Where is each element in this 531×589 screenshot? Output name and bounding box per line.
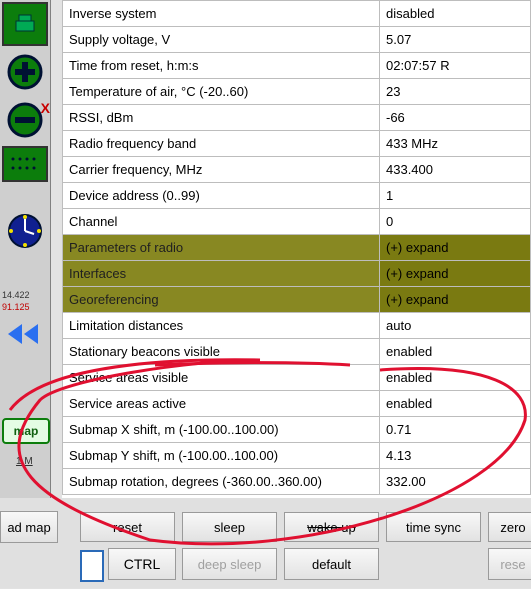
plus-icon <box>6 53 44 91</box>
property-label: Inverse system <box>63 1 380 27</box>
property-row[interactable]: Service areas visibleenabled <box>63 365 531 391</box>
property-row[interactable]: Supply voltage, V5.07 <box>63 27 531 53</box>
property-label: Parameters of radio <box>63 235 380 261</box>
deep-sleep-label: deep sleep <box>198 557 262 572</box>
property-label: Channel <box>63 209 380 235</box>
reset2-label: rese <box>500 557 525 572</box>
property-label: Limitation distances <box>63 313 380 339</box>
property-label: Stationary beacons visible <box>63 339 380 365</box>
property-value[interactable]: 433 MHz <box>380 131 531 157</box>
property-value[interactable]: -66 <box>380 105 531 131</box>
property-row[interactable]: Channel0 <box>63 209 531 235</box>
property-row[interactable]: Device address (0..99)1 <box>63 183 531 209</box>
property-value[interactable]: enabled <box>380 339 531 365</box>
property-row[interactable]: Stationary beacons visibleenabled <box>63 339 531 365</box>
property-row[interactable]: Temperature of air, °C (-20..60)23 <box>63 79 531 105</box>
default-label: default <box>312 557 351 572</box>
map-badge-label: map <box>14 424 39 438</box>
property-value[interactable]: (+) expand <box>380 235 531 261</box>
ctrl-button[interactable]: CTRL <box>108 548 176 580</box>
property-label: Submap rotation, degrees (-360.00..360.0… <box>63 469 380 495</box>
wake-up-button[interactable]: wake up <box>284 512 379 542</box>
property-label: Supply voltage, V <box>63 27 380 53</box>
property-value[interactable]: 0.71 <box>380 417 531 443</box>
property-row[interactable]: Submap X shift, m (-100.00..100.00)0.71 <box>63 417 531 443</box>
clock-icon <box>6 212 44 250</box>
dots-icon <box>8 154 42 174</box>
property-value[interactable]: 0 <box>380 209 531 235</box>
coord-label-1: 14.422 <box>2 290 30 300</box>
property-row[interactable]: Parameters of radio(+) expand <box>63 235 531 261</box>
property-row[interactable]: Inverse systemdisabled <box>63 1 531 27</box>
property-value[interactable]: enabled <box>380 365 531 391</box>
properties-panel: Inverse systemdisabledSupply voltage, V5… <box>62 0 531 498</box>
reset-label: reset <box>113 520 142 535</box>
ad-map-button[interactable]: ad map <box>0 511 58 543</box>
property-row[interactable]: RSSI, dBm-66 <box>63 105 531 131</box>
property-label: Service areas active <box>63 391 380 417</box>
property-value[interactable]: 5.07 <box>380 27 531 53</box>
scale-indicator: 1 M <box>16 456 33 467</box>
property-label: Device address (0..99) <box>63 183 380 209</box>
zero-label: zero <box>500 520 525 535</box>
block-icon <box>14 13 36 35</box>
property-value[interactable]: 4.13 <box>380 443 531 469</box>
property-value[interactable]: disabled <box>380 1 531 27</box>
ctrl-flag-box[interactable] <box>80 550 104 582</box>
property-value[interactable]: enabled <box>380 391 531 417</box>
property-value[interactable]: 1 <box>380 183 531 209</box>
property-label: Time from reset, h:m:s <box>63 53 380 79</box>
default-button[interactable]: default <box>284 548 379 580</box>
property-label: Carrier frequency, MHz <box>63 157 380 183</box>
property-row[interactable]: Service areas activeenabled <box>63 391 531 417</box>
property-value[interactable]: 332.00 <box>380 469 531 495</box>
property-value[interactable]: 433.400 <box>380 157 531 183</box>
property-label: Radio frequency band <box>63 131 380 157</box>
sleep-button[interactable]: sleep <box>182 512 277 542</box>
properties-table: Inverse systemdisabledSupply voltage, V5… <box>62 0 531 495</box>
property-value[interactable]: 02:07:57 R <box>380 53 531 79</box>
tool-add-icon[interactable] <box>2 50 48 94</box>
tool-block-icon[interactable] <box>2 2 48 46</box>
reset2-button[interactable]: rese <box>488 548 531 580</box>
deep-sleep-button[interactable]: deep sleep <box>182 548 277 580</box>
property-row[interactable]: Submap rotation, degrees (-360.00..360.0… <box>63 469 531 495</box>
tool-remove-icon[interactable]: X <box>2 98 48 142</box>
minus-icon <box>6 101 44 139</box>
property-label: Submap X shift, m (-100.00..100.00) <box>63 417 380 443</box>
tool-pattern-icon[interactable] <box>2 146 48 182</box>
map-badge[interactable]: map <box>2 418 50 444</box>
ad-map-label: ad map <box>7 520 50 535</box>
property-label: Georeferencing <box>63 287 380 313</box>
property-label: Temperature of air, °C (-20..60) <box>63 79 380 105</box>
property-label: RSSI, dBm <box>63 105 380 131</box>
property-row[interactable]: Radio frequency band433 MHz <box>63 131 531 157</box>
zero-button[interactable]: zero <box>488 512 531 542</box>
property-row[interactable]: Georeferencing(+) expand <box>63 287 531 313</box>
property-row[interactable]: Limitation distancesauto <box>63 313 531 339</box>
property-label: Interfaces <box>63 261 380 287</box>
property-value[interactable]: (+) expand <box>380 287 531 313</box>
property-row[interactable]: Carrier frequency, MHz433.400 <box>63 157 531 183</box>
rewind-icon[interactable] <box>2 320 46 351</box>
ctrl-label: CTRL <box>124 556 161 572</box>
property-row[interactable]: Submap Y shift, m (-100.00..100.00)4.13 <box>63 443 531 469</box>
property-label: Submap Y shift, m (-100.00..100.00) <box>63 443 380 469</box>
property-row[interactable]: Time from reset, h:m:s02:07:57 R <box>63 53 531 79</box>
wake-up-label: wake up <box>307 520 355 535</box>
coord-label-2: 91.125 <box>2 302 30 312</box>
property-row[interactable]: Interfaces(+) expand <box>63 261 531 287</box>
property-value[interactable]: 23 <box>380 79 531 105</box>
close-x-icon: X <box>41 100 50 116</box>
reset-button[interactable]: reset <box>80 512 175 542</box>
property-label: Service areas visible <box>63 365 380 391</box>
property-value[interactable]: (+) expand <box>380 261 531 287</box>
property-value[interactable]: auto <box>380 313 531 339</box>
bottom-toolbar: reset sleep wake up time sync zero CTRL … <box>0 498 531 588</box>
time-sync-button[interactable]: time sync <box>386 512 481 542</box>
sleep-label: sleep <box>214 520 245 535</box>
tool-clock-icon[interactable] <box>2 208 48 254</box>
time-sync-label: time sync <box>406 520 461 535</box>
